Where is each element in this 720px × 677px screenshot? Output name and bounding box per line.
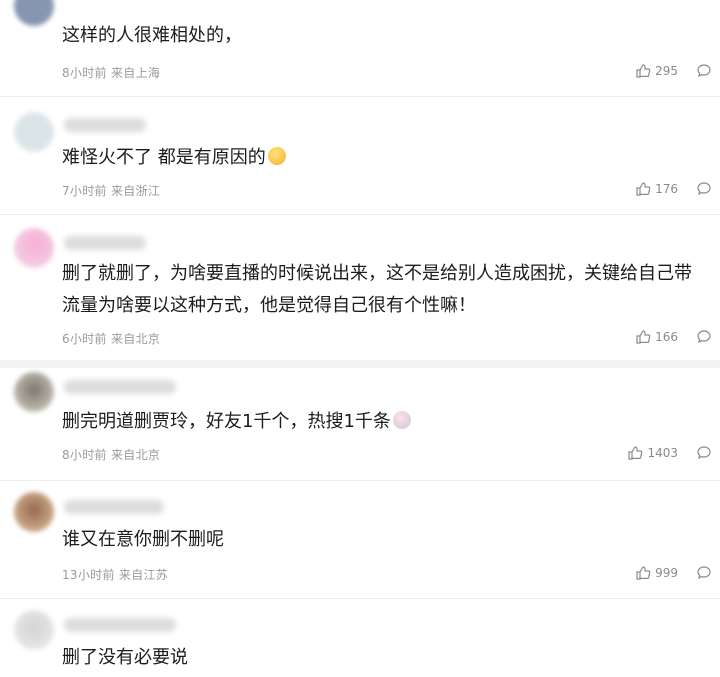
comment-bubble-icon[interactable]: [696, 565, 712, 581]
comment-item: 谁又在意你删不删呢 13小时前 来自江苏 999: [0, 490, 720, 590]
divider: [0, 480, 720, 481]
comment-item: 删了就删了，为啥要直播的时候说出来，这不是给别人造成困扰，关键给自己带流量为啥要…: [0, 224, 720, 354]
comment-text: 谁又在意你删不删呢: [62, 529, 224, 550]
comment-time: 7小时前: [62, 184, 107, 198]
avatar[interactable]: [14, 492, 54, 532]
comment-bubble-icon[interactable]: [696, 63, 712, 79]
like-count: 166: [655, 330, 678, 344]
comment-meta: 13小时前 来自江苏: [62, 566, 168, 583]
comment-bubble-icon[interactable]: [696, 329, 712, 345]
comment-item: 删了没有必要说: [0, 606, 720, 677]
comment-text: 这样的人很难相处的，: [62, 25, 242, 46]
avatar[interactable]: [14, 228, 54, 268]
comment-text-value: 难怪火不了 都是有原因的: [62, 147, 266, 168]
comment-bubble-icon[interactable]: [696, 181, 712, 197]
username[interactable]: [64, 118, 146, 132]
like-count: 295: [655, 64, 678, 78]
comment-location: 来自北京: [110, 448, 161, 462]
comment-item: 这样的人很难相处的， 8小时前 来自上海 295: [0, 0, 720, 88]
username[interactable]: [64, 500, 164, 514]
comment-time: 8小时前: [62, 66, 107, 80]
comment-location: 来自北京: [110, 332, 161, 346]
avatar[interactable]: [14, 610, 54, 650]
thumbs-up-icon: [636, 182, 651, 196]
thumbs-up-icon: [628, 446, 643, 460]
thumbs-up-icon: [636, 566, 651, 580]
comment-location: 来自江苏: [118, 568, 169, 582]
like-button[interactable]: 166: [635, 329, 678, 345]
divider: [0, 598, 720, 599]
comment-location: 来自上海: [110, 66, 161, 80]
avatar[interactable]: [14, 0, 54, 26]
like-count: 1403: [647, 446, 678, 460]
comment-time: 8小时前: [62, 448, 107, 462]
divider: [0, 96, 720, 97]
like-button[interactable]: 176: [635, 181, 678, 197]
thumbs-up-icon: [636, 64, 651, 78]
comment-meta: 7小时前 来自浙江: [62, 182, 160, 199]
like-button[interactable]: 999: [635, 565, 678, 581]
comment-bubble-icon[interactable]: [696, 445, 712, 461]
like-count: 999: [655, 566, 678, 580]
like-button[interactable]: 1403: [627, 445, 678, 461]
comment-text: 难怪火不了 都是有原因的: [62, 142, 707, 174]
comment-text-value: 删完明道删贾玲，好友1千个，热搜1千条: [62, 411, 391, 432]
grin-emoji-icon: [267, 147, 286, 165]
avatar[interactable]: [14, 372, 54, 412]
thumbs-up-icon: [636, 330, 651, 344]
comment-meta: 6小时前 来自北京: [62, 330, 160, 347]
comment-location: 来自浙江: [110, 184, 161, 198]
comment-text: 删了就删了，为啥要直播的时候说出来，这不是给别人造成困扰，关键给自己带流量为啥要…: [62, 263, 692, 316]
comment-item: 难怪火不了 都是有原因的 7小时前 来自浙江 176: [0, 108, 720, 208]
username[interactable]: [64, 618, 176, 632]
comment-time: 6小时前: [62, 332, 107, 346]
username[interactable]: [64, 236, 146, 250]
divider: [0, 214, 720, 215]
username[interactable]: [64, 380, 176, 394]
comment-meta: 8小时前 来自上海: [62, 64, 160, 81]
comment-meta: 8小时前 来自北京: [62, 446, 160, 463]
comment-text: 删了没有必要说: [62, 647, 188, 668]
comment-time: 13小时前: [62, 568, 115, 582]
section-separator: [0, 360, 720, 368]
like-count: 176: [655, 182, 678, 196]
comment-item: 删完明道删贾玲，好友1千个，热搜1千条 8小时前 来自北京 1403: [0, 372, 720, 477]
avatar[interactable]: [14, 112, 54, 152]
comment-text: 删完明道删贾玲，好友1千个，热搜1千条: [62, 406, 707, 438]
dizzy-face-emoji-icon: [392, 411, 411, 429]
like-button[interactable]: 295: [635, 63, 678, 79]
